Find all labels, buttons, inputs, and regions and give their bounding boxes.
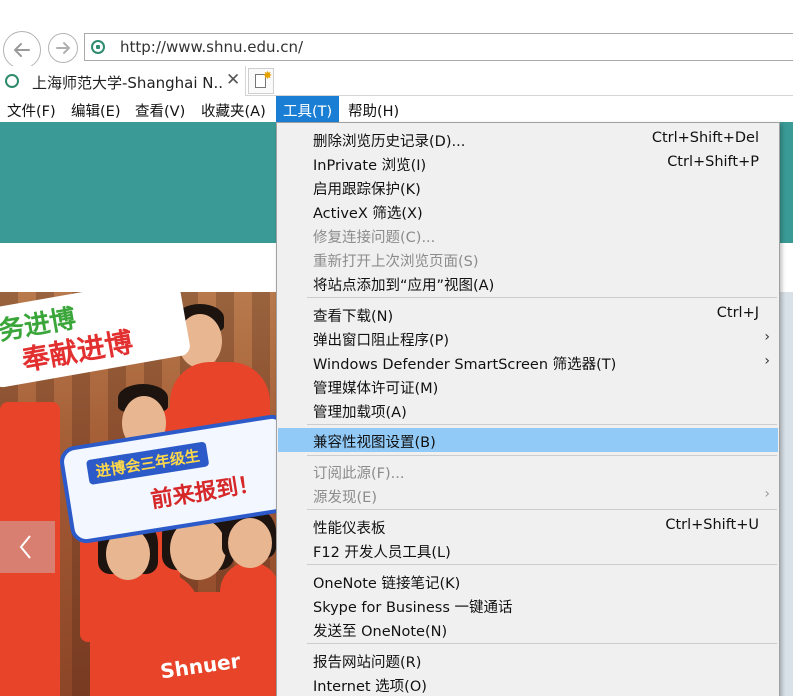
menu-item-fix-connection: 修复连接问题(C)... (313, 230, 436, 246)
chevron-right-icon: › (764, 486, 770, 502)
menu-item-internet-options[interactable]: Internet 选项(O) (278, 672, 778, 696)
page-edge-content (778, 292, 793, 696)
tab-bar: 上海师范大学-Shanghai N... ✕ ✸ (0, 66, 793, 96)
menu-item-smartscreen[interactable]: Windows Defender SmartScreen 筛选器(T) › (278, 350, 778, 374)
menu-separator (307, 424, 777, 425)
menu-separator (307, 297, 777, 298)
chevron-left-icon (19, 535, 31, 559)
sparkle-icon: ✸ (263, 69, 273, 82)
menu-item-popup-blocker[interactable]: 弹出窗口阻止程序(P) › (278, 326, 778, 350)
site-favicon-icon (91, 40, 105, 54)
forward-arrow-icon (56, 42, 70, 54)
menu-item-add-to-apps[interactable]: 将站点添加到“应用”视图(A) (278, 271, 778, 295)
tab-favicon-icon (5, 74, 19, 88)
menu-item-delete-history[interactable]: 删除浏览历史记录(D)... Ctrl+Shift+Del (278, 127, 778, 151)
forward-button[interactable] (48, 33, 78, 63)
tab-shnu[interactable]: 上海师范大学-Shanghai N... ✕ (0, 66, 246, 96)
menu-item-inprivate[interactable]: InPrivate 浏览(I) Ctrl+Shift+P (278, 151, 778, 175)
menu-item-report-problems[interactable]: 报告网站问题(R) (278, 648, 778, 672)
address-bar[interactable]: http://www.shnu.edu.cn/ (84, 33, 793, 61)
menu-item-send-onenote[interactable]: 发送至 OneNote(N) (278, 617, 778, 641)
menu-item-media-licenses[interactable]: 管理媒体许可证(M) (278, 374, 778, 398)
menu-edit[interactable]: 编辑(E) (64, 96, 127, 122)
back-button[interactable] (3, 31, 41, 69)
browser-window: http://www.shnu.edu.cn/ 上海师范大学-Shanghai … (0, 0, 793, 696)
menu-bar: 文件(F) 编辑(E) 查看(V) 收藏夹(A) 工具(T) 帮助(H) (0, 96, 793, 122)
menu-item-skype[interactable]: Skype for Business 一键通话 (278, 593, 778, 617)
menu-item-manage-addons[interactable]: 管理加载项(A) (278, 398, 778, 422)
back-arrow-icon (14, 43, 30, 57)
menu-help[interactable]: 帮助(H) (341, 96, 406, 122)
menu-file[interactable]: 文件(F) (0, 96, 63, 122)
tools-menu: 删除浏览历史记录(D)... Ctrl+Shift+Del InPrivate … (276, 122, 780, 696)
menu-separator (307, 643, 777, 644)
menu-separator (307, 455, 777, 456)
close-tab-icon[interactable]: ✕ (226, 70, 240, 90)
menu-separator (307, 564, 777, 565)
menu-favorites[interactable]: 收藏夹(A) (194, 96, 273, 122)
chevron-right-icon: › (764, 329, 770, 345)
menu-item-perf-dashboard[interactable]: 性能仪表板 Ctrl+Shift+U (278, 514, 778, 538)
menu-item-compat-view[interactable]: 兼容性视图设置(B) (278, 428, 778, 452)
menu-item-subscribe-feed: 订阅此源(F)... (313, 466, 405, 482)
tab-title: 上海师范大学-Shanghai N... (32, 74, 222, 92)
menu-item-feed-discovery: 源发现(E) › (313, 486, 770, 506)
menu-item-tracking-protection[interactable]: 启用跟踪保护(K) (278, 175, 778, 199)
menu-separator (307, 509, 777, 510)
menu-view[interactable]: 查看(V) (128, 96, 192, 122)
menu-tools[interactable]: 工具(T) (276, 96, 340, 122)
address-url: http://www.shnu.edu.cn/ (120, 38, 304, 56)
chevron-right-icon: › (764, 353, 770, 369)
menu-item-reopen-session: 重新打开上次浏览页面(S) (313, 254, 479, 270)
address-row: http://www.shnu.edu.cn/ (0, 0, 793, 69)
new-tab-button[interactable]: ✸ (248, 68, 274, 94)
menu-item-view-downloads[interactable]: 查看下载(N) Ctrl+J (278, 302, 778, 326)
menu-item-f12-tools[interactable]: F12 开发人员工具(L) (278, 538, 778, 562)
menu-item-activex[interactable]: ActiveX 筛选(X) (278, 199, 778, 223)
carousel-prev-button[interactable] (0, 521, 55, 573)
menu-item-onenote-linked[interactable]: OneNote 链接笔记(K) (278, 569, 778, 593)
